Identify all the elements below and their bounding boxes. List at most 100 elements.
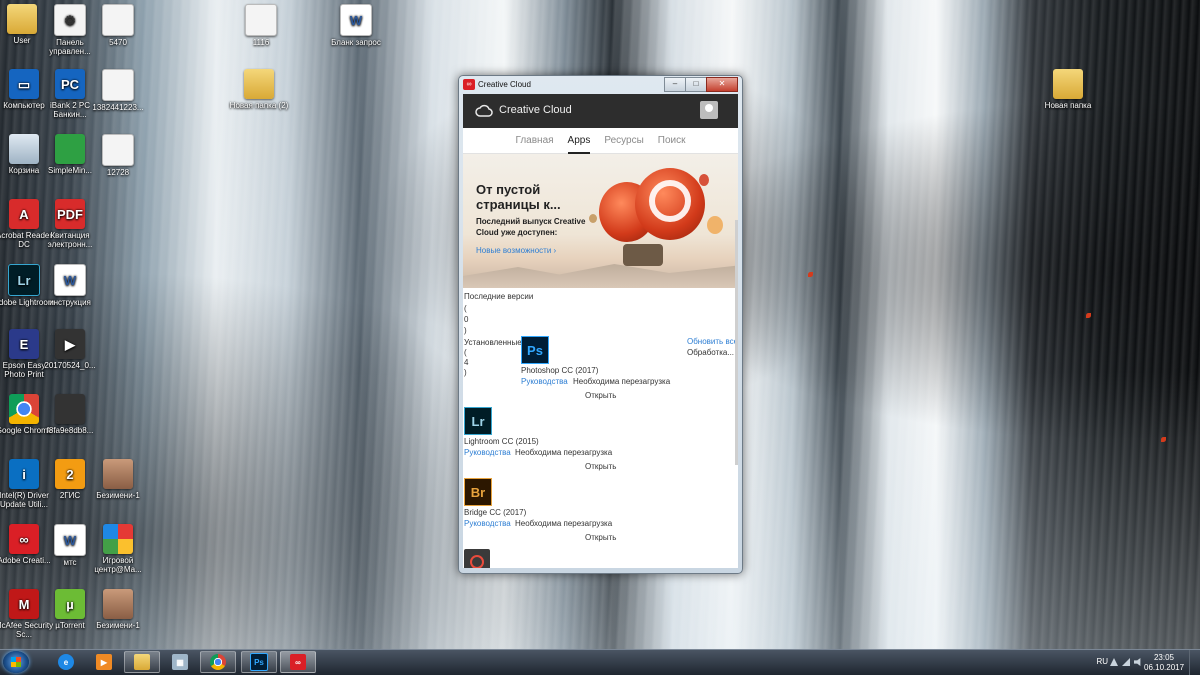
creative-cloud-icon: ∞ (9, 524, 39, 554)
guides-link[interactable]: Руководства (464, 448, 511, 457)
desktop-icon[interactable]: W Бланк запрос (324, 4, 388, 47)
user-avatar-icon[interactable] (700, 101, 718, 119)
minimize-button[interactable]: – (664, 77, 686, 92)
image-icon (102, 69, 134, 101)
epson-icon: E (9, 329, 39, 359)
recycle-bin-icon (9, 134, 39, 164)
show-desktop-button[interactable] (1189, 650, 1200, 675)
document-icon (102, 4, 134, 36)
banner-subtitle: Последний выпуск Creative Cloud уже дост… (476, 217, 586, 237)
image-icon (103, 589, 133, 619)
cc-header-title: Creative Cloud (499, 104, 572, 116)
restart-required-status: Необходима перезагрузка (515, 448, 613, 457)
aperture-icon (470, 555, 484, 568)
show-hidden-icons-icon[interactable] (1110, 658, 1118, 666)
desktop-icon[interactable]: PDF Квитанция электронн... (38, 199, 102, 249)
image-icon (55, 394, 85, 424)
intel-icon: i (9, 459, 39, 489)
app-name: Photoshop CC (2017) (521, 366, 599, 375)
media-player-icon: ▶ (96, 654, 112, 670)
small-balloon-icon (707, 216, 723, 234)
network-icon[interactable] (1122, 658, 1130, 666)
taskbar-calculator[interactable]: ▦ (162, 651, 198, 673)
creative-cloud-logo-icon (475, 104, 493, 117)
clock-date: 06.10.2017 (1144, 663, 1185, 672)
window-title: Creative Cloud (478, 80, 531, 89)
photoshop-icon: Ps (521, 336, 549, 364)
folder-icon (1053, 69, 1083, 99)
desktop-icon[interactable]: Игровой центр@Ma... (86, 524, 150, 574)
window-titlebar[interactable]: ∞ Creative Cloud – □ ✕ (459, 76, 742, 94)
taskbar-photoshop[interactable]: Ps (241, 651, 277, 673)
guides-link[interactable]: Руководства (521, 377, 568, 386)
desktop-icon[interactable]: Wинструкция (38, 264, 102, 307)
lightroom-icon: Lr (464, 407, 492, 435)
desktop-icon[interactable]: Новая папка (2) (227, 69, 291, 110)
leaf (808, 272, 813, 277)
creative-cloud-window: ∞ Creative Cloud – □ ✕ Creative Cloud Гл… (458, 75, 743, 574)
app-name: Lightroom CC (2015) (464, 437, 539, 446)
desktop-icon[interactable]: 5470 (86, 4, 150, 47)
folder-icon (7, 4, 37, 34)
app-name: Bridge CC (2017) (464, 508, 527, 517)
chrome-icon (210, 654, 226, 670)
taskbar-creative-cloud[interactable]: ∞ (280, 651, 316, 673)
leaf (1161, 437, 1166, 442)
cc-header: Creative Cloud (463, 94, 738, 128)
guides-link[interactable]: Руководства (464, 519, 511, 528)
image-icon (103, 459, 133, 489)
installed-label: Установленные (464, 338, 522, 347)
ibank-icon: PC (55, 69, 85, 99)
document-icon (245, 4, 277, 36)
tab-assets[interactable]: Ресурсы (604, 135, 643, 153)
maximize-button[interactable]: □ (685, 77, 707, 92)
volume-icon[interactable] (1134, 658, 1141, 666)
whats-new-link[interactable]: Новые возможности › (476, 246, 556, 255)
chrome-icon (9, 394, 39, 424)
desktop-icon[interactable]: f8fa9e8db8... (38, 394, 102, 435)
desktop-icon[interactable]: Новая папка (1036, 69, 1100, 110)
taskbar: e ▶ ▦ Ps ∞ RU 23:05 06.10.2017 (0, 649, 1200, 675)
desktop-icon[interactable]: Безимени-1 (86, 459, 150, 500)
tab-home[interactable]: Главная (515, 135, 553, 153)
taskbar-media-player[interactable]: ▶ (86, 651, 122, 673)
open-button[interactable]: Открыть (585, 391, 616, 400)
restart-required-status: Необходима перезагрузка (515, 519, 613, 528)
floating-house-image (623, 244, 663, 266)
update-all-link[interactable]: Обновить все (687, 337, 738, 346)
taskbar-ie[interactable]: e (48, 651, 84, 673)
camera-raw-icon (464, 549, 490, 568)
desktop-icon[interactable]: ▶ 20170524_0... (38, 329, 102, 370)
clock[interactable]: 23:05 06.10.2017 (1144, 653, 1184, 673)
2gis-icon: 2 (55, 459, 85, 489)
calculator-icon: ▦ (172, 654, 188, 670)
cc-panel: Creative Cloud Главная Apps Ресурсы Поис… (463, 94, 738, 568)
taskbar-chrome[interactable] (200, 651, 236, 673)
recent-count: ( 0 ) (464, 304, 469, 335)
tab-search[interactable]: Поиск (658, 135, 686, 153)
desktop-icon[interactable]: 1382441223... (86, 69, 150, 112)
cc-tabs: Главная Apps Ресурсы Поиск (463, 128, 738, 154)
open-button[interactable]: Открыть (585, 533, 616, 542)
desktop-icon[interactable]: 1116 (229, 4, 293, 47)
desktop-icon[interactable]: Безимени-1 (86, 589, 150, 630)
tab-apps[interactable]: Apps (567, 135, 591, 154)
close-button[interactable]: ✕ (706, 77, 738, 92)
language-indicator[interactable]: RU (1096, 657, 1108, 666)
video-icon: ▶ (55, 329, 85, 359)
open-button[interactable]: Открыть (585, 462, 616, 471)
rubik-icon (103, 524, 133, 554)
creative-cloud-icon: ∞ (463, 79, 475, 90)
taskbar-explorer[interactable] (124, 651, 160, 673)
lightroom-icon: Lr (8, 264, 40, 296)
folder-icon (244, 69, 274, 99)
creative-cloud-ring-icon (649, 180, 691, 222)
banner-hills (463, 264, 738, 288)
ie-icon: e (58, 654, 74, 670)
start-button[interactable] (3, 651, 29, 673)
acrobat-icon: A (9, 199, 39, 229)
desktop-icon[interactable]: 12728 (86, 134, 150, 177)
word-icon: W (54, 524, 86, 556)
scrollbar[interactable] (735, 220, 738, 465)
leaf (1086, 313, 1091, 318)
